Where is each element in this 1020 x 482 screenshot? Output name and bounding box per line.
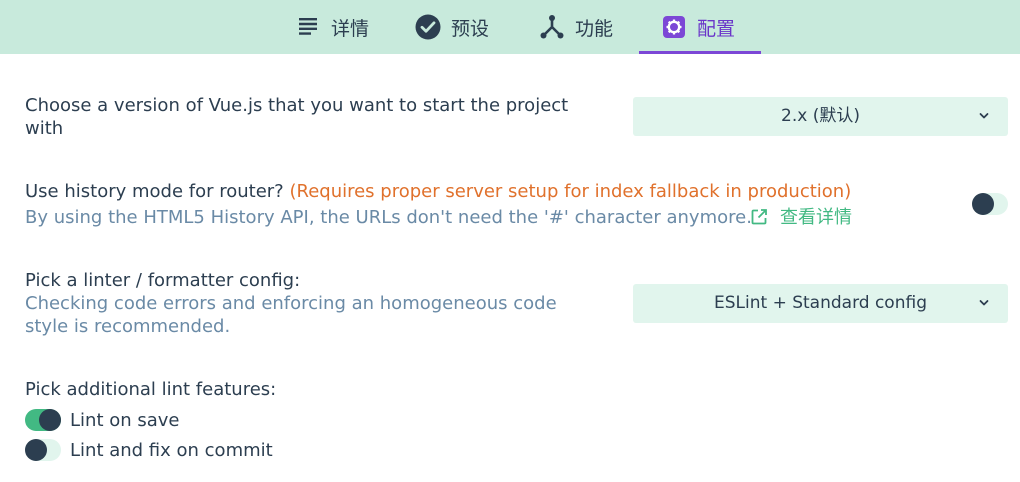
chevron-down-icon bbox=[979, 113, 989, 119]
toggle-knob bbox=[972, 193, 994, 215]
linter-selected-value: ESLint + Standard config bbox=[714, 293, 927, 313]
history-mode-label: Use history mode for router? bbox=[25, 181, 284, 202]
history-mode-description: By using the HTML5 History API, the URLs… bbox=[25, 207, 752, 228]
active-tab-indicator bbox=[639, 51, 761, 54]
history-mode-toggle[interactable] bbox=[972, 193, 1008, 215]
fork-icon bbox=[538, 13, 566, 41]
vue-version-selected-value: 2.x (默认) bbox=[781, 106, 860, 126]
linter-select[interactable]: ESLint + Standard config bbox=[633, 284, 1008, 323]
lint-on-save-label: Lint on save bbox=[70, 410, 180, 431]
gear-icon bbox=[660, 13, 688, 41]
list-icon bbox=[294, 13, 322, 41]
tab-details[interactable]: 详情 bbox=[294, 0, 369, 54]
tab-features[interactable]: 功能 bbox=[538, 0, 613, 54]
vue-version-label: Choose a version of Vue.js that you want… bbox=[25, 95, 569, 116]
toggle-knob bbox=[39, 409, 61, 431]
chevron-down-icon bbox=[979, 300, 989, 306]
linter-description: Checking code errors and enforcing an ho… bbox=[25, 293, 557, 314]
vue-version-select[interactable]: 2.x (默认) bbox=[633, 97, 1008, 136]
tab-label: 预设 bbox=[451, 17, 490, 40]
tab-bar: 详情 预设 功能 配置 bbox=[0, 0, 1020, 54]
linter-description-cont: style is recommended. bbox=[25, 316, 231, 337]
history-mode-heading: Use history mode for router? (Requires p… bbox=[25, 180, 851, 203]
more-info-link[interactable]: 查看详情 bbox=[780, 206, 852, 229]
linter-label: Pick a linter / formatter config: bbox=[25, 270, 301, 291]
check-circle-icon bbox=[414, 13, 442, 41]
lint-fix-on-commit-toggle[interactable] bbox=[25, 439, 61, 461]
tab-label: 配置 bbox=[697, 17, 736, 40]
tab-label: 详情 bbox=[331, 17, 370, 40]
tab-configuration[interactable]: 配置 bbox=[639, 0, 761, 54]
tab-presets[interactable]: 预设 bbox=[414, 0, 489, 54]
lint-fix-on-commit-label: Lint and fix on commit bbox=[70, 440, 273, 461]
toggle-knob bbox=[25, 439, 47, 461]
vue-version-label-cont: with bbox=[25, 118, 64, 139]
tab-label: 功能 bbox=[575, 17, 614, 40]
lint-on-save-toggle[interactable] bbox=[25, 409, 61, 431]
history-mode-warning: (Requires proper server setup for index … bbox=[289, 181, 852, 202]
external-link-icon[interactable] bbox=[750, 208, 768, 226]
lint-features-label: Pick additional lint features: bbox=[25, 379, 277, 400]
